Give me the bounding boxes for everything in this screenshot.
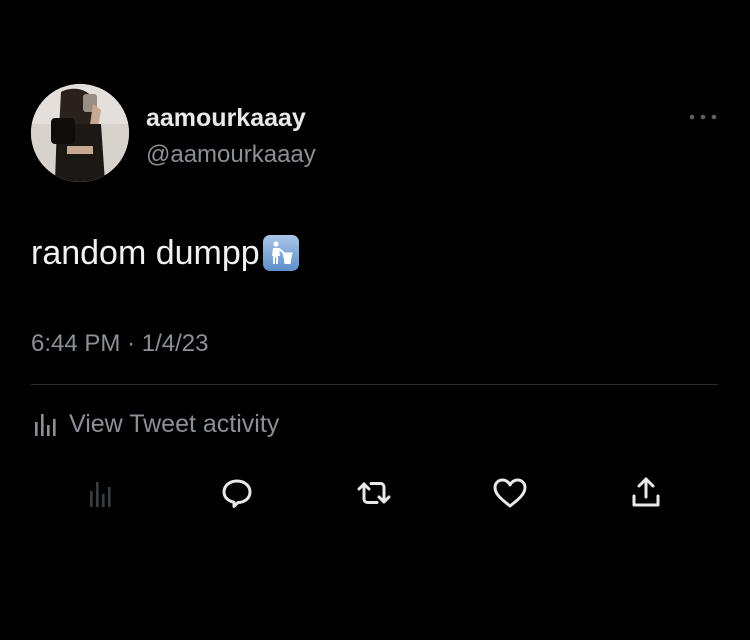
user-handle[interactable]: @aamourkaaay	[146, 141, 316, 169]
meta-separator: ·	[127, 330, 136, 357]
share-button[interactable]	[626, 473, 666, 513]
divider	[31, 384, 718, 385]
analytics-icon	[90, 482, 111, 507]
display-name[interactable]: aamourkaaay	[146, 104, 306, 133]
tweet-text-container: random dumpp	[31, 230, 301, 276]
more-options-button[interactable]	[688, 106, 718, 128]
tweet-timestamp[interactable]: 6:44 PM · 1/4/23	[31, 330, 208, 358]
tweet-date: 1/4/23	[141, 330, 209, 357]
like-button[interactable]	[490, 473, 530, 513]
tweet-time: 6:44 PM	[31, 330, 121, 357]
more-dots-icon	[689, 114, 717, 120]
analytics-bars-icon	[35, 414, 56, 436]
view-tweet-activity-label: View Tweet activity	[69, 409, 280, 438]
avatar[interactable]	[31, 84, 129, 182]
like-icon	[493, 478, 527, 508]
tweet-text: random dumpp	[31, 233, 260, 272]
reply-icon	[222, 479, 252, 508]
retweet-button[interactable]	[354, 473, 394, 513]
share-icon	[632, 477, 660, 507]
wastebasket-emoji-icon	[261, 233, 301, 273]
view-tweet-activity-link[interactable]: View Tweet activity	[31, 408, 279, 440]
analytics-button[interactable]	[81, 473, 121, 513]
retweet-icon	[357, 482, 391, 504]
reply-button[interactable]	[217, 473, 257, 513]
avatar-photo	[31, 84, 129, 182]
